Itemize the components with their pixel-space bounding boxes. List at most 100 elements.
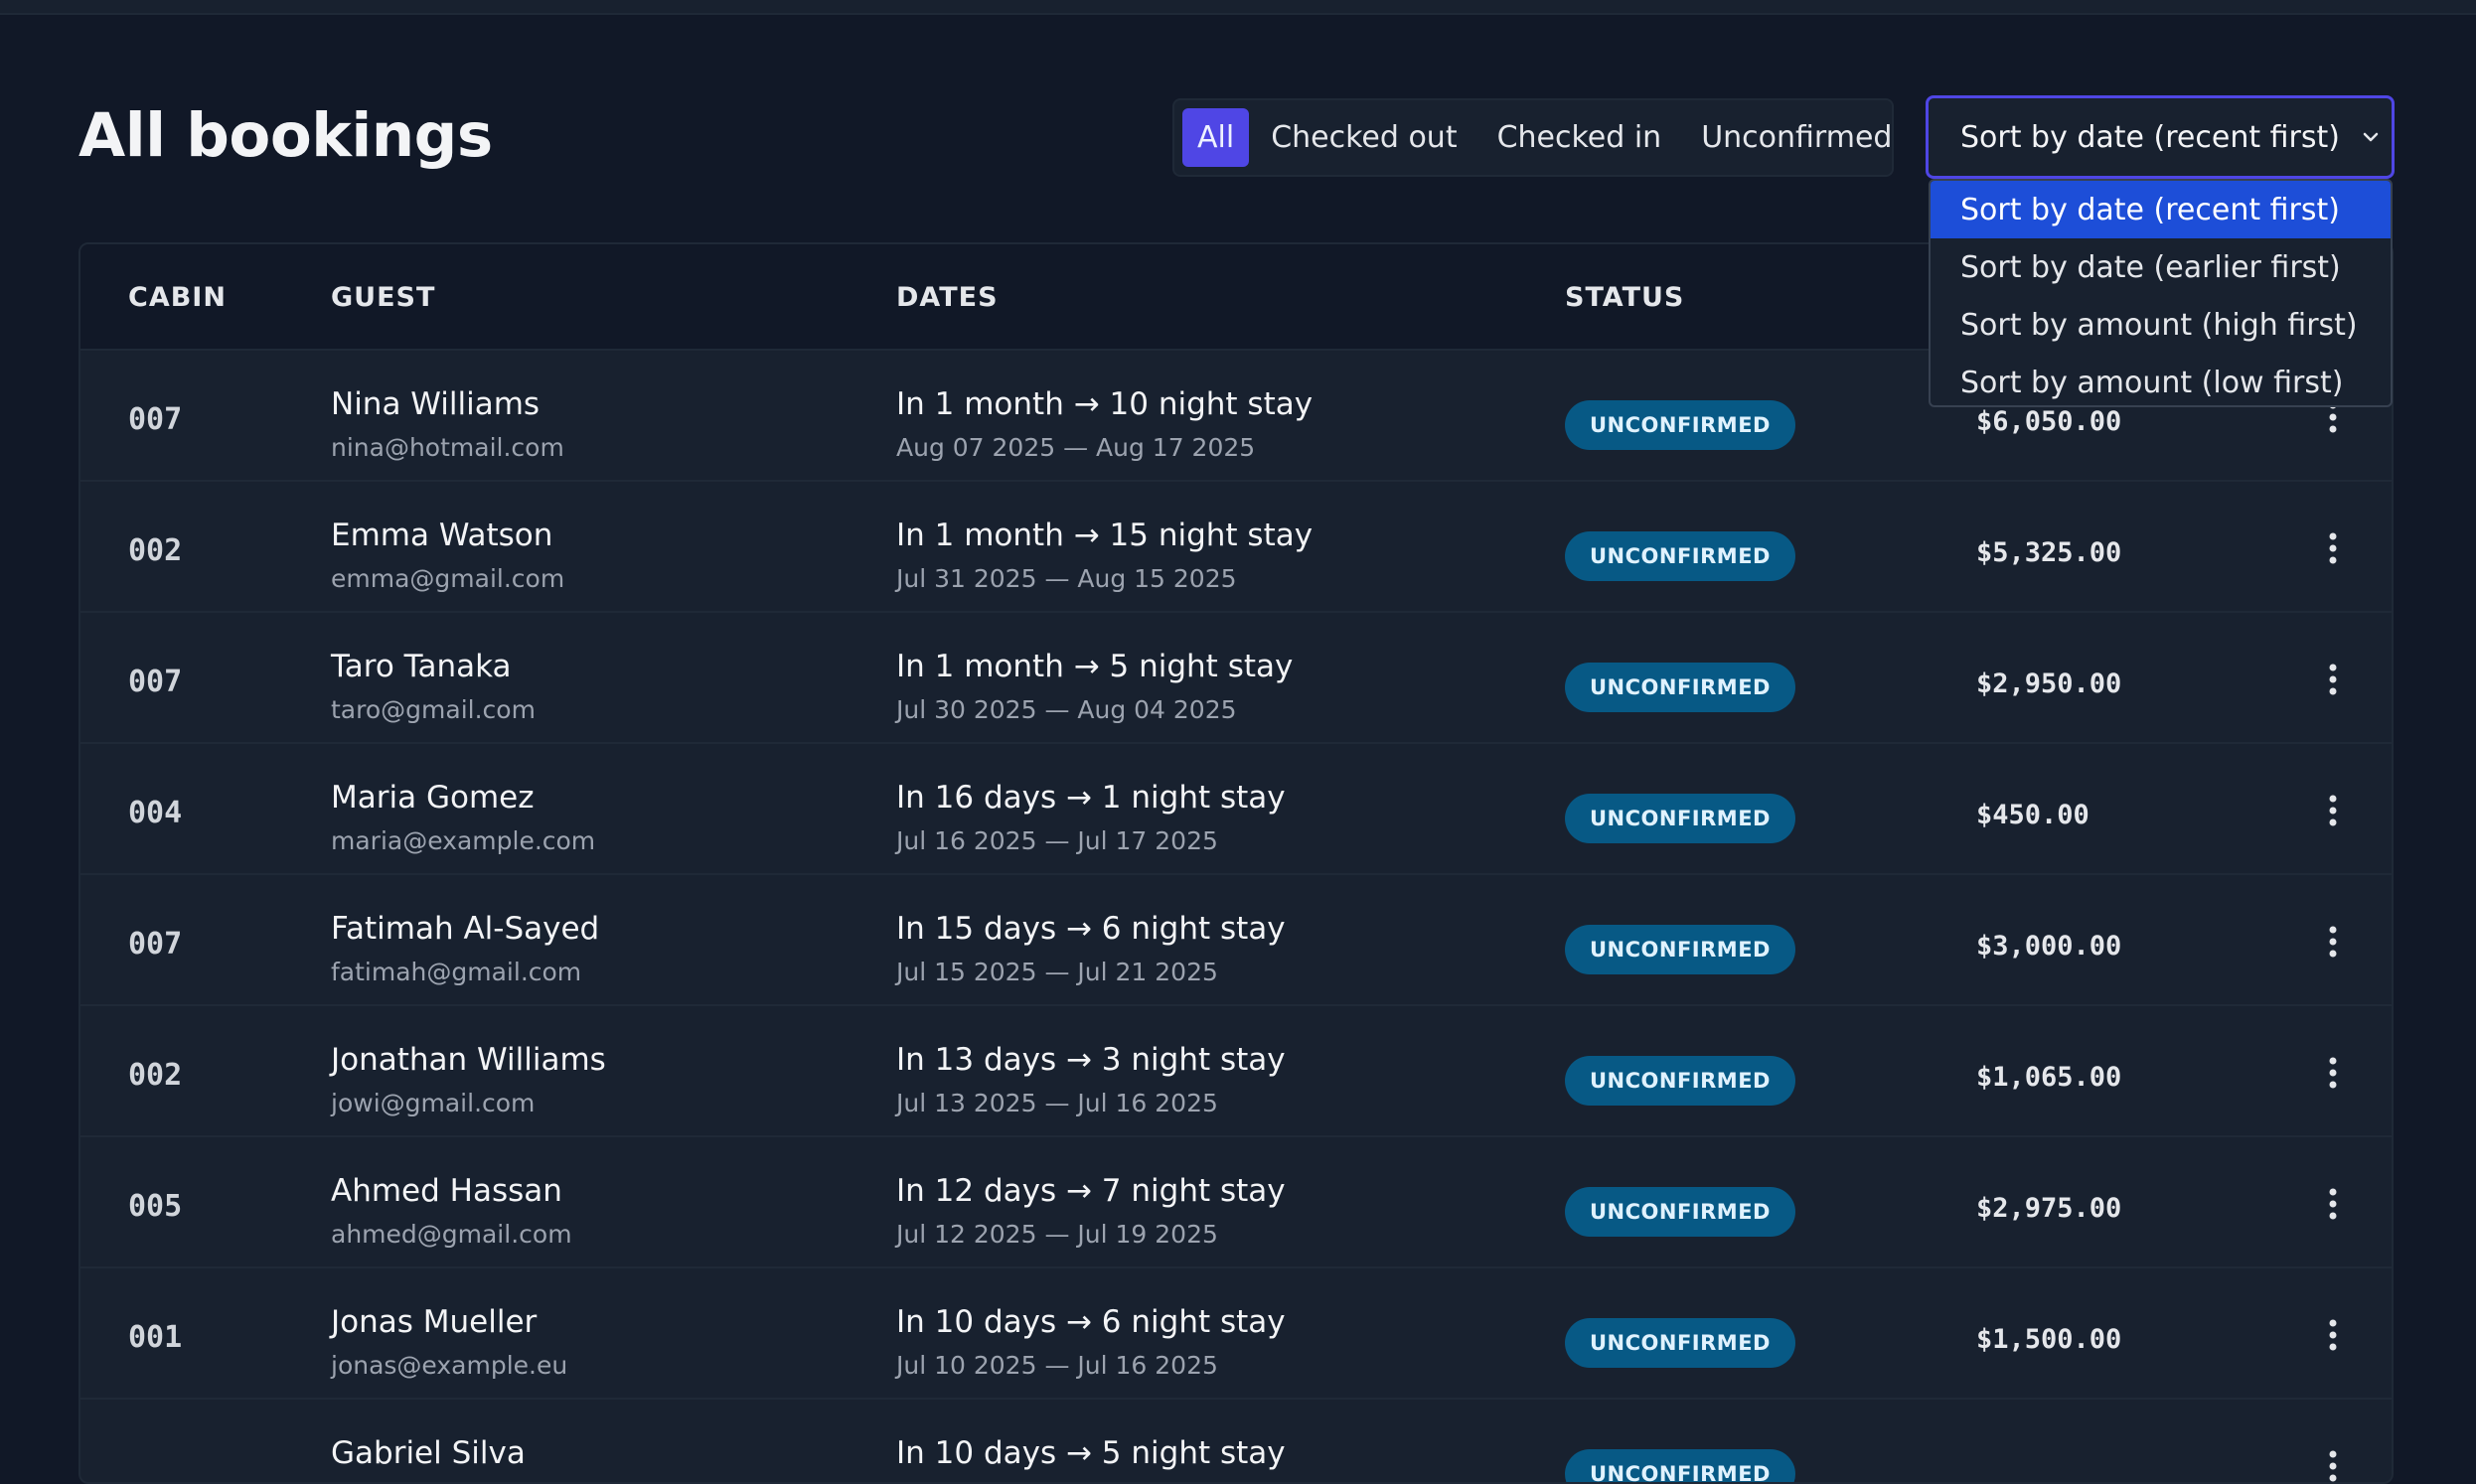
- more-vertical-icon: [2329, 1450, 2337, 1482]
- status-badge: UNCONFIRMED: [1565, 663, 1795, 712]
- stay-summary: In 15 days → 6 night stay: [896, 911, 1286, 947]
- status-badge: UNCONFIRMED: [1565, 1187, 1795, 1237]
- guest-name: Emma Watson: [331, 518, 553, 553]
- more-vertical-icon: [2329, 795, 2337, 826]
- status-badge: UNCONFIRMED: [1565, 1056, 1795, 1106]
- column-header-dates: DATES: [896, 282, 999, 313]
- stay-summary: In 16 days → 1 night stay: [896, 780, 1286, 816]
- cabin-number: 007: [128, 402, 183, 437]
- guest-name: Ahmed Hassan: [331, 1173, 562, 1209]
- more-vertical-icon: [2329, 1319, 2337, 1351]
- date-range: Jul 16 2025 — Jul 17 2025: [896, 826, 1218, 855]
- guest-email: taro@gmail.com: [331, 695, 536, 724]
- booking-amount: $1,500.00: [1976, 1324, 2122, 1355]
- guest-name: Gabriel Silva: [331, 1435, 526, 1471]
- status-badge: UNCONFIRMED: [1565, 1318, 1795, 1368]
- guest-name: Jonas Mueller: [331, 1304, 538, 1340]
- booking-status-filter: All Checked out Checked in Unconfirmed: [1172, 98, 1894, 177]
- row-menu-button[interactable]: [2316, 525, 2350, 571]
- table-row: 007 Fatimah Al-Sayed fatimah@gmail.com In 1…: [80, 875, 2392, 1006]
- status-badge: UNCONFIRMED: [1565, 1449, 1795, 1482]
- stay-summary: In 10 days → 6 night stay: [896, 1304, 1286, 1340]
- sort-select[interactable]: Sort by date (recent first): [1926, 95, 2395, 179]
- date-range: Jul 15 2025 — Jul 21 2025: [896, 958, 1218, 986]
- stay-summary: In 10 days → 5 night stay: [896, 1435, 1286, 1471]
- more-vertical-icon: [2329, 532, 2337, 564]
- guest-email: jonas@example.eu: [331, 1351, 568, 1380]
- booking-amount: $450.00: [1976, 800, 2089, 830]
- row-menu-button[interactable]: [2316, 657, 2350, 702]
- column-header-cabin: CABIN: [128, 282, 227, 313]
- more-vertical-icon: [2329, 664, 2337, 695]
- filter-all-button[interactable]: All: [1182, 108, 1250, 167]
- table-row: 001 Jonas Mueller jonas@example.eu In 10 da…: [80, 1268, 2392, 1400]
- table-row: 007 Taro Tanaka taro@gmail.com In 1 month →…: [80, 613, 2392, 744]
- date-range: Jul 12 2025 — Jul 19 2025: [896, 1220, 1218, 1249]
- guest-name: Taro Tanaka: [331, 649, 512, 684]
- guest-name: Jonathan Williams: [331, 1042, 606, 1078]
- more-vertical-icon: [2329, 1188, 2337, 1220]
- top-bar: [0, 0, 2476, 15]
- stay-summary: In 1 month → 5 night stay: [896, 649, 1294, 684]
- row-menu-button[interactable]: [2316, 1312, 2350, 1358]
- cabin-number: 001: [128, 1320, 183, 1355]
- stay-summary: In 1 month → 10 night stay: [896, 386, 1314, 422]
- cabin-number: 007: [128, 927, 183, 962]
- table-row: 004 Maria Gomez maria@example.com In 16 day…: [80, 744, 2392, 875]
- booking-amount: $6,050.00: [1976, 406, 2122, 437]
- filter-unconfirmed-button[interactable]: Unconfirmed: [1683, 108, 1910, 167]
- stay-summary: In 1 month → 15 night stay: [896, 518, 1314, 553]
- status-badge: UNCONFIRMED: [1565, 794, 1795, 843]
- filter-checked-in-button[interactable]: Checked in: [1479, 108, 1680, 167]
- guest-email: jowi@gmail.com: [331, 1089, 536, 1117]
- guest-email: nina@hotmail.com: [331, 433, 564, 462]
- column-header-guest: GUEST: [331, 282, 436, 313]
- filter-checked-out-button[interactable]: Checked out: [1253, 108, 1474, 167]
- row-menu-button[interactable]: [2316, 1181, 2350, 1227]
- sort-dropdown-list: Sort by date (recent first) Sort by date…: [1929, 179, 2393, 407]
- table-row: Gabriel Silva In 10 days → 5 night stay UN…: [80, 1400, 2392, 1482]
- sort-select-value: Sort by date (recent first): [1960, 119, 2340, 155]
- cabin-number: 005: [128, 1189, 183, 1224]
- column-header-status: STATUS: [1565, 282, 1685, 313]
- chevron-down-icon: [2363, 132, 2379, 142]
- booking-amount: $5,325.00: [1976, 537, 2122, 568]
- guest-email: maria@example.com: [331, 826, 596, 855]
- date-range: Jul 31 2025 — Aug 15 2025: [896, 564, 1237, 593]
- guest-email: ahmed@gmail.com: [331, 1220, 572, 1249]
- booking-amount: $2,950.00: [1976, 668, 2122, 699]
- date-range: Aug 07 2025 — Aug 17 2025: [896, 433, 1256, 462]
- row-menu-button[interactable]: [2316, 919, 2350, 965]
- guest-name: Fatimah Al-Sayed: [331, 911, 600, 947]
- more-vertical-icon: [2329, 926, 2337, 958]
- cabin-number: 007: [128, 665, 183, 699]
- guest-email: fatimah@gmail.com: [331, 958, 582, 986]
- booking-amount: $3,000.00: [1976, 931, 2122, 962]
- row-menu-button[interactable]: [2316, 1443, 2350, 1482]
- guest-name: Nina Williams: [331, 386, 541, 422]
- guest-name: Maria Gomez: [331, 780, 535, 816]
- cabin-number: 004: [128, 796, 183, 830]
- sort-option-amount-high[interactable]: Sort by amount (high first): [1931, 296, 2391, 354]
- table-row: 002 Emma Watson emma@gmail.com In 1 month →…: [80, 482, 2392, 613]
- cabin-number: 002: [128, 533, 183, 568]
- sort-option-amount-low[interactable]: Sort by amount (low first): [1931, 354, 2391, 405]
- row-menu-button[interactable]: [2316, 1050, 2350, 1096]
- page-title: All bookings: [78, 100, 493, 171]
- stay-summary: In 12 days → 7 night stay: [896, 1173, 1286, 1209]
- stay-summary: In 13 days → 3 night stay: [896, 1042, 1286, 1078]
- bookings-table: CABIN GUEST DATES STATUS 007 Nina William…: [78, 242, 2394, 1484]
- sort-option-date-recent[interactable]: Sort by date (recent first): [1931, 181, 2391, 238]
- sort-option-date-earlier[interactable]: Sort by date (earlier first): [1931, 238, 2391, 296]
- more-vertical-icon: [2329, 1057, 2337, 1089]
- table-row: 002 Jonathan Williams jowi@gmail.com In 13 …: [80, 1006, 2392, 1137]
- date-range: Jul 13 2025 — Jul 16 2025: [896, 1089, 1218, 1117]
- table-row: 005 Ahmed Hassan ahmed@gmail.com In 12 days…: [80, 1137, 2392, 1268]
- date-range: Jul 10 2025 — Jul 16 2025: [896, 1351, 1218, 1380]
- booking-amount: $2,975.00: [1976, 1193, 2122, 1224]
- status-badge: UNCONFIRMED: [1565, 925, 1795, 974]
- guest-email: emma@gmail.com: [331, 564, 565, 593]
- date-range: Jul 30 2025 — Aug 04 2025: [896, 695, 1237, 724]
- row-menu-button[interactable]: [2316, 788, 2350, 833]
- cabin-number: 002: [128, 1058, 183, 1093]
